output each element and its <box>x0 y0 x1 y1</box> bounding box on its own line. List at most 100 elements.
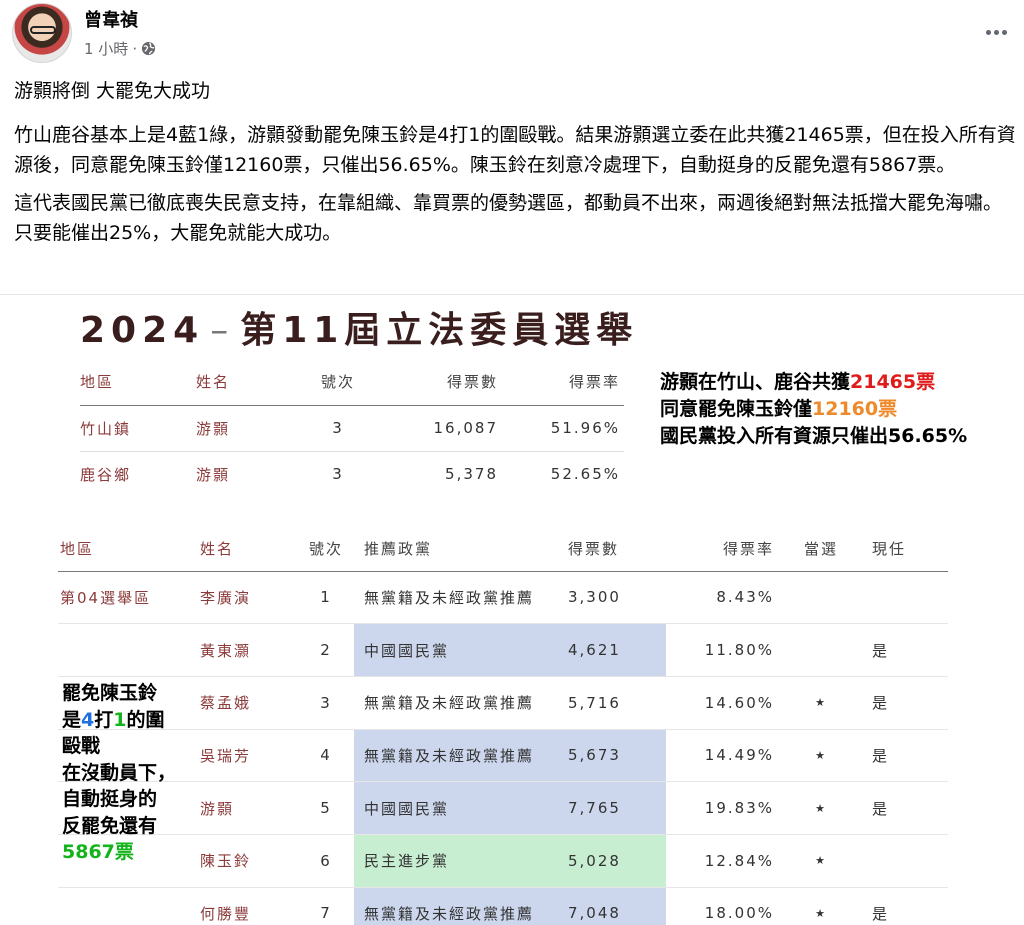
post-body: 游顥將倒 大罷免大成功 竹山鹿谷基本上是4藍1綠，游顥發動罷免陳玉鈴是4打1的圍… <box>14 76 1020 256</box>
cell-elected <box>786 623 856 677</box>
side-note-text: 打 <box>94 708 114 731</box>
side-note-line: 反罷免還有 <box>62 814 158 837</box>
meta-dot: · <box>132 39 138 58</box>
col-name: 姓名 <box>200 527 298 572</box>
cell-rate: 19.83% <box>666 781 786 835</box>
cell-name: 何勝豐 <box>200 887 298 925</box>
cell-number: 3 <box>298 676 354 730</box>
cell-votes: 7,765 <box>554 781 666 835</box>
cell-rate: 14.49% <box>666 729 786 783</box>
cell-party: 無黨籍及未經政黨推薦 <box>354 571 554 625</box>
author-name[interactable]: 曾韋禎 <box>84 6 138 32</box>
cell-votes: 5,673 <box>554 729 666 783</box>
post-meta: 1 小時 · <box>84 38 156 59</box>
cell-party: 無黨籍及未經政黨推薦 <box>354 887 554 925</box>
cell-number: 3 <box>332 465 344 484</box>
cell-rate: 18.00% <box>666 887 786 925</box>
post-paragraph-1: 竹山鹿谷基本上是4藍1綠，游顥發動罷免陳玉鈴是4打1的圍毆戰。結果游顥選立委在此… <box>14 124 1016 176</box>
cell-incumbent: 是 <box>856 676 948 730</box>
cell-elected <box>786 571 856 625</box>
summary-text: 同意罷免陳玉鈴僅 <box>660 398 813 420</box>
side-note-line: 毆戰 <box>62 735 101 757</box>
col-votes: 得票數 <box>554 527 666 572</box>
table-row: 鹿谷鄉 游顥 3 5,378 52.65% <box>80 451 624 497</box>
cell-votes: 4,621 <box>554 623 666 677</box>
side-note-line: 自動挺身的 <box>62 788 158 810</box>
side-note-highlight-blue: 4 <box>81 708 95 731</box>
col-party: 推薦政黨 <box>354 527 554 572</box>
cell-rate: 14.60% <box>666 676 786 730</box>
cell-votes: 7,048 <box>554 887 666 925</box>
cell-rate: 51.96% <box>498 405 624 452</box>
cell-number: 7 <box>298 887 354 925</box>
cell-name: 蔡孟娥 <box>200 676 298 730</box>
avatar[interactable] <box>12 3 72 63</box>
cell-rate: 11.80% <box>666 623 786 677</box>
cell-votes: 5,378 <box>445 465 498 484</box>
cell-number: 1 <box>298 571 354 625</box>
summary-annotation: 游顥在竹山、鹿谷共獲21465票 同意罷免陳玉鈴僅12160票 國民黨投入所有資… <box>660 369 967 450</box>
cell-party: 無黨籍及未經政黨推薦 <box>354 729 554 783</box>
cell-votes: 5,716 <box>554 676 666 730</box>
table-row: 第04選舉區 李廣演 1 無黨籍及未經政黨推薦 3,300 8.43% <box>58 571 948 625</box>
globe-icon <box>142 41 156 56</box>
table-row: 黃東灝 2 中國國民黨 4,621 11.80% 是 <box>58 623 948 677</box>
cell-name: 游顥 <box>196 405 308 452</box>
side-note-highlight-green: 1 <box>113 708 127 731</box>
cell-region: 鹿谷鄉 <box>80 465 132 484</box>
col-votes: 得票數 <box>368 359 498 406</box>
table-header-row: 地區 姓名 號次 得票數 得票率 <box>80 359 624 406</box>
title-main: 第11屆立法委員選舉 <box>240 310 639 351</box>
col-rate: 得票率 <box>498 359 624 406</box>
summary-highlight-red: 21465票 <box>850 371 936 393</box>
more-options-button[interactable] <box>980 16 1012 48</box>
table-row: 何勝豐 7 無黨籍及未經政黨推薦 7,048 18.00% ★ 是 <box>58 887 948 925</box>
cell-name: 黃東灝 <box>200 623 298 677</box>
col-number: 號次 <box>298 527 354 572</box>
table-header-row: 地區 姓名 號次 推薦政黨 得票數 得票率 當選 現任 <box>58 527 948 572</box>
more-icon-dot <box>993 29 999 35</box>
col-number: 號次 <box>308 359 368 406</box>
cell-elected: ★ <box>786 834 856 888</box>
cell-elected: ★ <box>786 676 856 730</box>
col-incumbent: 現任 <box>856 527 948 572</box>
cell-incumbent: 是 <box>856 623 948 677</box>
post-header: 曾韋禎 1 小時 · <box>0 0 1024 70</box>
title-dash: – <box>210 310 235 351</box>
cell-votes: 5,028 <box>554 834 666 888</box>
summary-highlight-orange: 12160票 <box>812 398 898 420</box>
title-year: 2024 <box>80 310 205 351</box>
more-icon-dot <box>1001 29 1007 35</box>
cell-name: 游顥 <box>200 781 298 835</box>
cell-number: 3 <box>308 405 368 452</box>
cell-party: 中國國民黨 <box>354 781 554 835</box>
cell-elected: ★ <box>786 887 856 925</box>
post-image[interactable]: 2024– 第11屆立法委員選舉 地區 姓名 號次 得票數 得票率 竹山鎮 游顥 … <box>0 294 1024 925</box>
table-row: 竹山鎮 游顥 3 16,087 51.96% <box>80 405 624 452</box>
col-region: 地區 <box>80 359 196 406</box>
col-region: 地區 <box>58 527 200 572</box>
col-elected: 當選 <box>786 527 856 572</box>
post-time[interactable]: 1 小時 <box>84 38 128 59</box>
cell-number: 4 <box>298 729 354 783</box>
side-note-line: 罷免陳玉鈴 <box>62 682 158 704</box>
cell-votes: 16,087 <box>368 405 498 452</box>
cell-elected: ★ <box>786 781 856 835</box>
side-note-text: 是 <box>62 708 82 731</box>
summary-text: 游顥在竹山、鹿谷共獲 <box>660 371 851 393</box>
side-note-text: 的圍 <box>126 708 165 731</box>
cell-region <box>58 887 200 925</box>
cell-incumbent: 是 <box>856 729 948 783</box>
cell-number: 6 <box>298 834 354 888</box>
cell-party: 民主進步黨 <box>354 834 554 888</box>
cell-number: 2 <box>298 623 354 677</box>
col-rate: 得票率 <box>666 527 786 572</box>
side-annotation: 罷免陳玉鈴 是4打1的圍 毆戰 在沒動員下， 自動挺身的 反罷免還有 5867票 <box>62 680 202 866</box>
cell-rate: 52.65% <box>550 465 620 484</box>
post-headline: 游顥將倒 大罷免大成功 <box>14 80 211 102</box>
cell-party: 中國國民黨 <box>354 623 554 677</box>
cell-party: 無黨籍及未經政黨推薦 <box>354 676 554 730</box>
side-note-highlight-green: 5867票 <box>62 841 134 863</box>
post-paragraph-2: 這代表國民黨已徹底喪失民意支持，在靠組織、靠買票的優勢選區，都動員不出來，兩週後… <box>14 192 1003 244</box>
cell-name: 陳玉鈴 <box>200 834 298 888</box>
